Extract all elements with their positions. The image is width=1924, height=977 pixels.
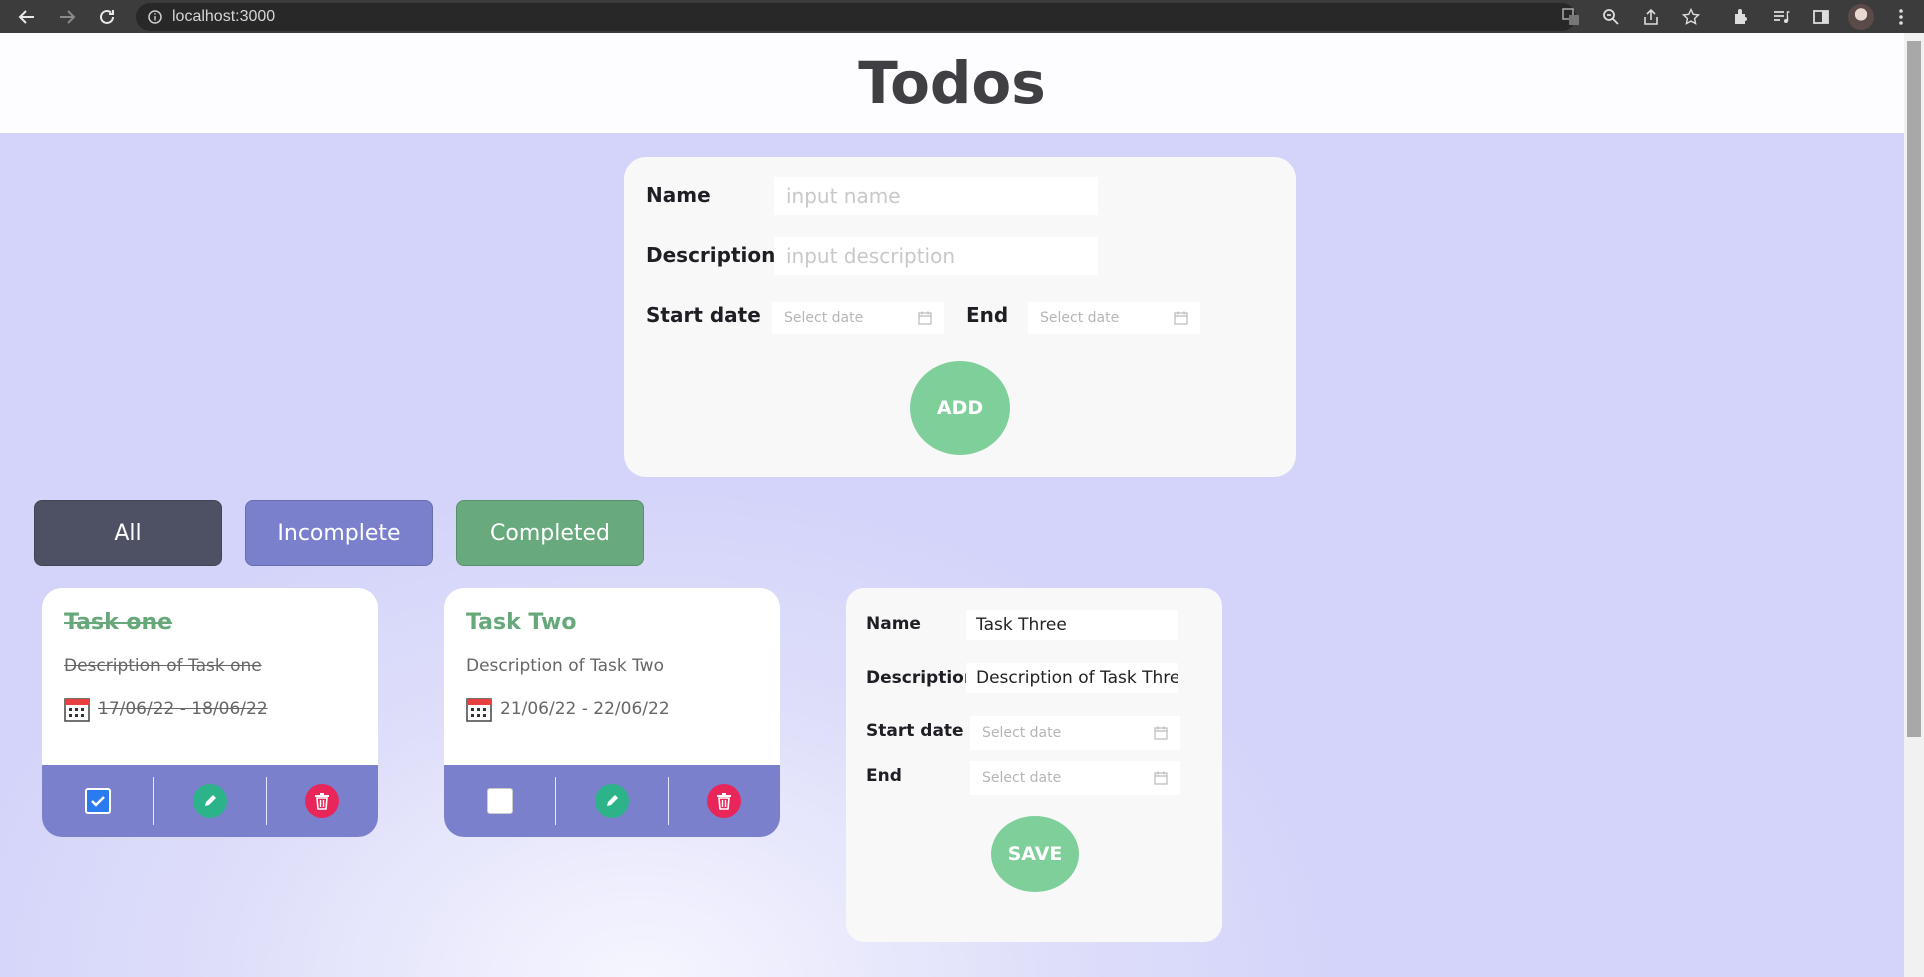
zoom-icon[interactable] <box>1598 4 1624 30</box>
bookmark-star-icon[interactable] <box>1678 4 1704 30</box>
pencil-icon <box>606 795 618 806</box>
add-button[interactable]: ADD <box>910 361 1010 455</box>
edit-button[interactable] <box>594 784 629 818</box>
task-actions <box>42 765 378 837</box>
page-scrollbar[interactable] <box>1904 33 1924 977</box>
task-date-range: 21/06/22 - 22/06/22 <box>500 699 670 719</box>
menu-kebab-icon[interactable] <box>1888 4 1914 30</box>
delete-button[interactable] <box>305 784 340 818</box>
edit-cell <box>556 777 669 825</box>
task-dates: 21/06/22 - 22/06/22 <box>466 696 670 722</box>
calendar-icon <box>1174 311 1188 325</box>
end-date-placeholder: Select date <box>1040 310 1120 326</box>
edit-end-date-label: End <box>866 766 902 786</box>
back-arrow-icon <box>18 10 34 24</box>
calendar-icon <box>466 698 492 722</box>
complete-toggle-cell <box>42 777 155 825</box>
description-label: Description <box>646 243 776 267</box>
filter-all-button[interactable]: All <box>34 500 222 566</box>
edit-todo-form: Name Description Start date Select date … <box>846 588 1222 942</box>
forward-arrow-icon <box>60 10 76 24</box>
extensions-icon[interactable] <box>1728 4 1754 30</box>
complete-toggle-cell <box>444 777 557 825</box>
trash-icon <box>315 793 330 810</box>
pencil-icon <box>204 795 216 806</box>
browser-toolbar: localhost:3000 <box>0 0 1924 33</box>
page-title: Todos <box>858 49 1046 117</box>
complete-checkbox[interactable] <box>84 788 111 814</box>
filter-incomplete-button[interactable]: Incomplete <box>245 500 433 566</box>
calendar-icon <box>1154 771 1168 785</box>
task-date-range: 17/06/22 - 18/06/22 <box>98 699 268 719</box>
check-icon <box>90 796 105 807</box>
delete-cell <box>267 777 378 825</box>
edit-description-input[interactable] <box>966 663 1178 693</box>
save-button[interactable]: SAVE <box>991 816 1079 892</box>
info-icon <box>148 10 162 24</box>
task-title: Task Two <box>466 610 577 635</box>
reload-button[interactable] <box>92 2 122 32</box>
end-date-picker[interactable]: Select date <box>1028 302 1200 334</box>
task-title: Task one <box>64 610 173 635</box>
edit-start-date-placeholder: Select date <box>982 725 1062 741</box>
address-bar[interactable]: localhost:3000 <box>136 3 1576 31</box>
page-content: Todos Name Description Start date Select… <box>0 33 1904 977</box>
media-icon[interactable] <box>1768 4 1794 30</box>
task-actions <box>444 765 780 837</box>
edit-end-date-placeholder: Select date <box>982 770 1062 786</box>
name-input[interactable] <box>774 177 1098 215</box>
start-date-picker[interactable]: Select date <box>772 302 944 334</box>
delete-cell <box>669 777 780 825</box>
edit-name-label: Name <box>866 614 921 634</box>
edit-end-date-picker[interactable]: Select date <box>970 761 1180 795</box>
task-card: Task one Description of Task one 17/06/2… <box>42 588 378 837</box>
end-date-label: End <box>966 303 1009 327</box>
back-button[interactable] <box>12 2 42 32</box>
filter-completed-button[interactable]: Completed <box>456 500 644 566</box>
task-description: Description of Task Two <box>466 656 664 676</box>
name-label: Name <box>646 183 711 207</box>
edit-start-date-label: Start date <box>866 721 964 741</box>
trash-icon <box>717 793 732 810</box>
delete-button[interactable] <box>707 784 742 818</box>
profile-avatar[interactable] <box>1848 4 1874 30</box>
task-dates: 17/06/22 - 18/06/22 <box>64 696 268 722</box>
calendar-icon <box>64 698 90 722</box>
task-description: Description of Task one <box>64 656 262 676</box>
url-text: localhost:3000 <box>172 8 276 25</box>
calendar-icon <box>1154 726 1168 740</box>
translate-icon[interactable] <box>1558 4 1584 30</box>
task-card: Task Two Description of Task Two 21/06/2… <box>444 588 780 837</box>
description-input[interactable] <box>774 237 1098 275</box>
app-header: Todos <box>0 33 1904 133</box>
start-date-placeholder: Select date <box>784 310 864 326</box>
edit-start-date-picker[interactable]: Select date <box>970 716 1180 750</box>
side-panel-icon[interactable] <box>1808 4 1834 30</box>
scrollbar-thumb[interactable] <box>1907 41 1921 737</box>
forward-button[interactable] <box>52 2 82 32</box>
share-icon[interactable] <box>1638 4 1664 30</box>
edit-cell <box>154 777 267 825</box>
reload-icon <box>100 9 114 24</box>
add-todo-form: Name Description Start date Select date … <box>624 157 1296 477</box>
complete-checkbox[interactable] <box>486 788 513 814</box>
edit-description-label: Description <box>866 668 976 688</box>
start-date-label: Start date <box>646 303 761 327</box>
edit-button[interactable] <box>192 784 227 818</box>
edit-name-input[interactable] <box>966 610 1178 640</box>
calendar-icon <box>918 311 932 325</box>
